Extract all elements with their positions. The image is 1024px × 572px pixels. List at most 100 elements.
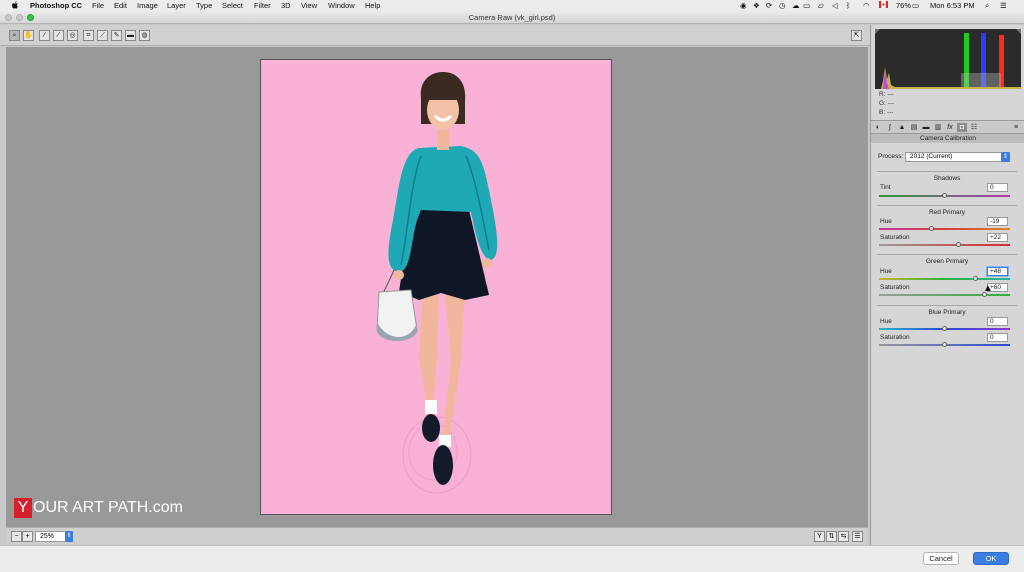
blue-saturation-label: Saturation [880,334,910,341]
bluetooth-icon[interactable]: ᛒ [846,1,851,10]
menu-app-name[interactable]: Photoshop CC [30,1,82,10]
tint-label: Tint [880,184,891,191]
menu-file[interactable]: File [92,1,104,10]
apple-icon[interactable] [12,1,19,11]
shadows-group-title: Shadows [933,175,961,182]
red-hue-slider-thumb[interactable] [929,226,934,231]
detail-tab-icon[interactable]: ▲ [897,123,907,132]
battery-icon: ▭ [912,1,920,10]
mirroring-icon[interactable]: ▭ [803,1,810,10]
zoom-tool-icon[interactable]: ⌕ [9,30,20,41]
split-toning-tab-icon[interactable]: ▬ [921,123,931,132]
blue-hue-label: Hue [880,318,892,325]
targeted-adjustment-tool-icon[interactable]: ◎ [67,30,78,41]
tool-bar: ⌕ ✋ ⁄ ⁄ ◎ ⌗ ⟋ ✎ ▬ ◍ ⇱ [0,25,870,46]
menu-clock[interactable]: Mon 6:53 PM [930,1,975,10]
red-saturation-value-field[interactable]: +22 [987,233,1008,242]
adjustments-panel: R: --- G: --- B: --- ◐ ∫ ▲ ▤ ▬ ▥ fx ◘ ☷ … [870,25,1024,545]
histogram [875,29,1021,89]
full-screen-toggle-icon[interactable]: ⇱ [851,30,862,41]
divider [877,171,1017,172]
tint-slider-thumb[interactable] [942,193,947,198]
battery-percent[interactable]: 76% [896,1,911,10]
airplay-icon[interactable]: ▱ [818,1,824,10]
menu-3d[interactable]: 3D [281,1,291,10]
wifi-icon[interactable]: ◠ [863,1,870,10]
blue-hue-value-field[interactable]: 0 [987,317,1008,326]
blue-saturation-value-field[interactable]: 0 [987,333,1008,342]
green-hue-label: Hue [880,268,892,275]
notification-center-icon[interactable]: ☰ [1000,1,1007,10]
preview-canvas[interactable]: Y OUR ART PATH.com [6,47,868,527]
process-value: 2012 (Current) [910,153,953,160]
green-hue-slider-thumb[interactable] [973,276,978,281]
crop-tool-icon[interactable]: ⌗ [83,30,94,41]
menu-window[interactable]: Window [328,1,355,10]
menu-select[interactable]: Select [222,1,243,10]
basic-tab-icon[interactable]: ◐ [873,123,883,132]
preview-preferences-icon[interactable]: ☰ [852,531,863,542]
rgb-readout-b: B: --- [879,109,894,116]
menu-image[interactable]: Image [137,1,158,10]
red-saturation-slider-thumb[interactable] [956,242,961,247]
tone-curve-tab-icon[interactable]: ∫ [885,123,895,132]
camera-calibration-tab-icon[interactable]: ◘ [957,123,967,132]
graduated-filter-tool-icon[interactable]: ◍ [139,30,150,41]
menu-help[interactable]: Help [365,1,380,10]
dialog-footer: Cancel OK [0,545,1024,572]
adjustment-brush-tool-icon[interactable]: ▬ [125,30,136,41]
mouse-cursor-icon: ▲ [983,283,993,294]
fashion-illustration [261,60,611,514]
green-saturation-slider[interactable] [879,294,1010,296]
red-saturation-slider[interactable] [879,244,1010,246]
copy-settings-icon[interactable]: ⇆ [838,531,849,542]
lens-corrections-tab-icon[interactable]: ▥ [933,123,943,132]
screen-record-icon[interactable]: ◉ [740,1,747,10]
hand-tool-icon[interactable]: ✋ [23,30,34,41]
chevron-down-icon: ⇕ [65,531,73,542]
swap-settings-icon[interactable]: ⇅ [826,531,837,542]
ok-button[interactable]: OK [973,552,1009,565]
zoom-level-value: 25% [40,533,55,540]
red-hue-slider[interactable] [879,228,1010,230]
status-bar: − + 25% ⇕ Y ⇅ ⇆ ☰ [6,527,868,544]
section-title: Camera Calibration [871,134,1024,143]
spot-removal-tool-icon[interactable]: ✎ [111,30,122,41]
green-hue-value-field[interactable]: +48 [987,267,1008,276]
window-title-bar: Camera Raw (vk_girl.psd) [0,11,1024,24]
zoom-in-button[interactable]: + [22,531,33,542]
hsl-tab-icon[interactable]: ▤ [909,123,919,132]
menu-filter[interactable]: Filter [254,1,271,10]
volume-icon[interactable]: ◁ [832,1,838,10]
dropbox-icon[interactable]: ❖ [753,1,760,10]
zoom-out-button[interactable]: − [11,531,22,542]
flag-icon[interactable] [879,1,888,10]
panel-menu-icon[interactable]: ≡ [1011,123,1021,132]
blue-saturation-slider-thumb[interactable] [942,342,947,347]
process-select[interactable]: 2012 (Current) ⇕ [905,152,1010,162]
before-after-toggle-icon[interactable]: Y [814,531,825,542]
green-primary-group-title: Green Primary [925,258,969,265]
zoom-level-select[interactable]: 25% ⇕ [35,531,73,542]
tint-value-field[interactable]: 0 [987,183,1008,192]
menu-edit[interactable]: Edit [114,1,127,10]
cancel-button[interactable]: Cancel [923,552,959,565]
sync-icon[interactable]: ⟳ [766,1,772,10]
color-sampler-tool-icon[interactable]: ⁄ [53,30,64,41]
red-hue-value-field[interactable]: -19 [987,217,1008,226]
effects-tab-icon[interactable]: fx [945,123,955,132]
time-machine-icon[interactable]: ◷ [779,1,786,10]
menu-view[interactable]: View [301,1,317,10]
blue-hue-slider-thumb[interactable] [942,326,947,331]
white-balance-tool-icon[interactable]: ⁄ [39,30,50,41]
chevron-down-icon: ⇕ [1001,152,1010,162]
straighten-tool-icon[interactable]: ⟋ [97,30,108,41]
menu-layer[interactable]: Layer [167,1,186,10]
blue-primary-group-title: Blue Primary [928,309,966,316]
red-hue-label: Hue [880,218,892,225]
green-hue-slider[interactable] [879,278,1010,280]
presets-tab-icon[interactable]: ☷ [969,123,979,132]
cloud-icon[interactable]: ☁ [792,1,800,10]
search-icon[interactable]: ⌕ [985,1,989,10]
menu-type[interactable]: Type [196,1,212,10]
